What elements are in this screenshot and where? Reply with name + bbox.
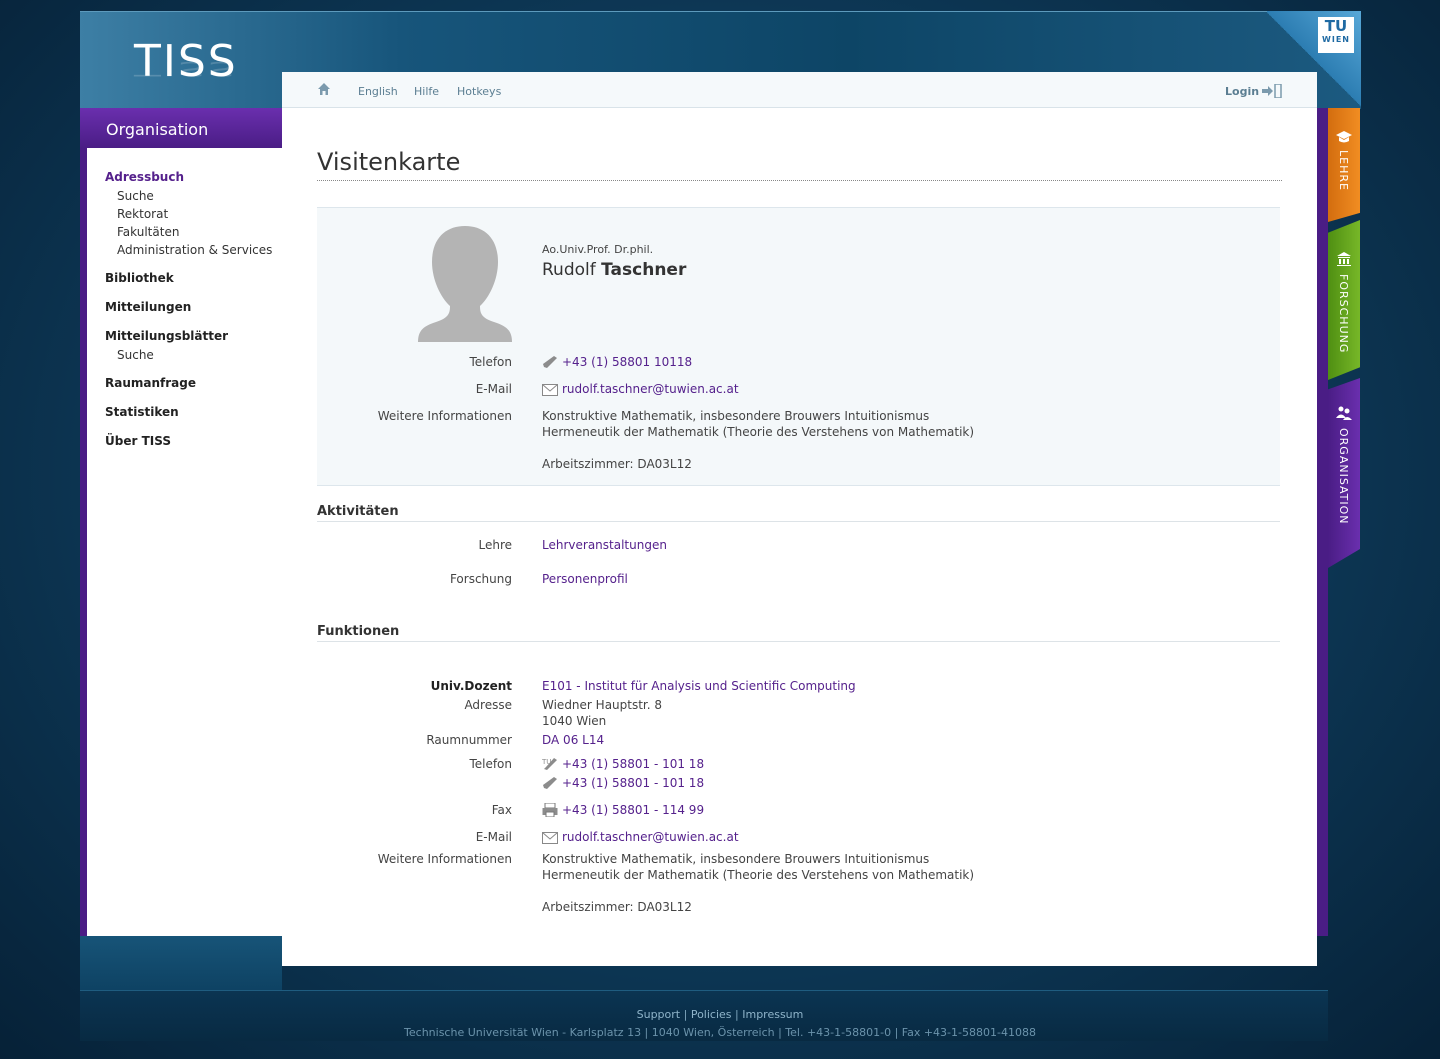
function-info-line-1: Konstruktive Mathematik, insbesondere Br…	[542, 852, 930, 866]
phone-link[interactable]: +43 (1) 58801 10118	[562, 355, 692, 369]
research-link[interactable]: Personenprofil	[542, 572, 628, 586]
sidebar	[80, 148, 282, 936]
fax-icon	[542, 803, 558, 817]
envelope-icon	[542, 384, 558, 396]
functions-heading: Funktionen	[317, 624, 400, 639]
functions-divider	[317, 641, 1280, 642]
room-label: Raumnummer	[426, 733, 512, 747]
email-label: E-Mail	[475, 382, 512, 396]
tu-logo-subtext: WIEN	[1322, 35, 1350, 44]
activities-divider	[317, 521, 1280, 522]
function-email-link[interactable]: rudolf.taschner@tuwien.ac.at	[562, 830, 739, 844]
graduation-cap-icon	[1336, 131, 1352, 143]
fax-link[interactable]: +43 (1) 58801 - 114 99	[562, 803, 704, 817]
policies-link[interactable]: Policies	[691, 1008, 732, 1021]
function-office-room: Arbeitszimmer: DA03L12	[542, 900, 692, 914]
tab-forschung-label: FORSCHUNG	[1337, 274, 1350, 354]
tab-organisation[interactable]: ORGANISATION	[1328, 378, 1360, 568]
teaching-link[interactable]: Lehrveranstaltungen	[542, 538, 667, 552]
hotkeys-link[interactable]: Hotkeys	[457, 85, 501, 98]
tu-logo-text: TU	[1324, 17, 1348, 35]
function-info-line-2: Hermeneutik der Mathematik (Theorie des …	[542, 868, 975, 882]
sidebar-item-mitteilungsblaetter[interactable]: Mitteilungsblätter	[105, 329, 228, 343]
fax-label: Fax	[491, 803, 512, 817]
support-link[interactable]: Support	[637, 1008, 680, 1021]
tiss-logo-reflection: TISS	[134, 57, 238, 80]
sidebar-item-ueber-tiss[interactable]: Über TISS	[105, 434, 171, 448]
sidebar-bottom	[80, 936, 282, 990]
footer-separator: |	[683, 1008, 688, 1021]
envelope-icon	[542, 832, 558, 844]
login-icon[interactable]	[1262, 84, 1282, 98]
tab-organisation-label: ORGANISATION	[1337, 428, 1350, 525]
info-line-1: Konstruktive Mathematik, insbesondere Br…	[542, 409, 930, 423]
institution-icon	[1337, 252, 1351, 266]
address-line-2: 1040 Wien	[542, 714, 607, 728]
function-info-label: Weitere Informationen	[377, 852, 512, 866]
function-email-label: E-Mail	[475, 830, 512, 844]
title-divider	[317, 180, 1282, 181]
info-label: Weitere Informationen	[377, 409, 512, 423]
last-name: Taschner	[601, 260, 687, 280]
sidebar-heading-label: Organisation	[106, 120, 209, 139]
activities-heading: Aktivitäten	[317, 504, 399, 519]
tab-forschung[interactable]: FORSCHUNG	[1328, 220, 1360, 380]
login-link[interactable]: Login	[1225, 85, 1259, 98]
academic-title: Ao.Univ.Prof. Dr.phil.	[542, 243, 654, 256]
institute-link[interactable]: E101 - Institut für Analysis und Scienti…	[542, 679, 856, 693]
language-link[interactable]: English	[358, 85, 398, 98]
people-icon	[1336, 406, 1352, 420]
right-tab-strip	[1317, 108, 1328, 936]
sidebar-subitem-administration[interactable]: Administration & Services	[117, 243, 272, 257]
footer-links: Support | Policies | Impressum	[0, 1008, 1440, 1021]
sidebar-subitem-fakultaeten[interactable]: Fakultäten	[117, 225, 179, 239]
phone-icon	[543, 777, 557, 789]
tu-wien-logo[interactable]: TU WIEN	[1318, 17, 1354, 53]
avatar-placeholder-icon	[418, 226, 512, 342]
sidebar-subitem-mb-suche[interactable]: Suche	[117, 348, 154, 362]
function-phone-link-1[interactable]: +43 (1) 58801 - 101 18	[562, 757, 704, 771]
function-phone-link-2[interactable]: +43 (1) 58801 - 101 18	[562, 776, 704, 790]
top-nav-bar: English Hilfe Hotkeys	[282, 72, 1317, 108]
home-icon[interactable]	[318, 83, 330, 95]
teaching-label: Lehre	[478, 538, 512, 552]
research-label: Forschung	[449, 572, 512, 586]
help-link[interactable]: Hilfe	[414, 85, 439, 98]
phone-icon	[543, 356, 557, 368]
impressum-link[interactable]: Impressum	[742, 1008, 803, 1021]
footer-address: Technische Universität Wien - Karlsplatz…	[404, 1026, 1036, 1039]
page-title: Visitenkarte	[317, 148, 461, 176]
email-link[interactable]: rudolf.taschner@tuwien.ac.at	[562, 382, 739, 396]
first-name: Rudolf	[542, 260, 596, 280]
office-room: Arbeitszimmer: DA03L12	[542, 457, 692, 471]
sidebar-item-statistiken[interactable]: Statistiken	[105, 405, 179, 419]
room-link[interactable]: DA 06 L14	[542, 733, 604, 747]
sidebar-item-bibliothek[interactable]: Bibliothek	[105, 271, 174, 285]
sidebar-heading: Organisation	[80, 108, 282, 148]
sidebar-item-adressbuch[interactable]: Adressbuch	[105, 170, 184, 184]
address-line-1: Wiedner Hauptstr. 8	[542, 698, 663, 712]
sidebar-item-mitteilungen[interactable]: Mitteilungen	[105, 300, 191, 314]
footer-separator: |	[735, 1008, 739, 1021]
sidebar-item-raumanfrage[interactable]: Raumanfrage	[105, 376, 196, 390]
sidebar-subitem-suche[interactable]: Suche	[117, 189, 154, 203]
address-label: Adresse	[464, 698, 512, 712]
person-name: Rudolf Taschner	[542, 260, 686, 280]
tab-lehre-label: LEHRE	[1337, 150, 1350, 191]
function-phone-label: Telefon	[469, 757, 512, 771]
tab-lehre[interactable]: LEHRE	[1328, 108, 1360, 222]
phone-label: Telefon	[469, 355, 512, 369]
role-label: Univ.Dozent	[430, 679, 512, 693]
tu-phone-icon: TU	[542, 758, 557, 770]
sidebar-subitem-rektorat[interactable]: Rektorat	[117, 207, 168, 221]
info-line-2: Hermeneutik der Mathematik (Theorie des …	[542, 425, 975, 439]
